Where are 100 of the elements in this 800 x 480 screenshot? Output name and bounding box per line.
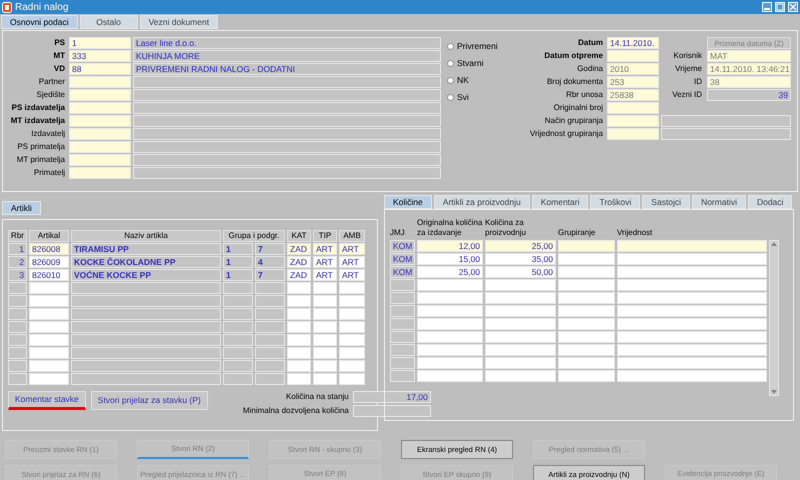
radio-button[interactable] [447,77,454,84]
input-field[interactable]: 12,00 [417,240,483,252]
input-field[interactable] [417,318,483,330]
input-field[interactable] [417,344,483,356]
input-field[interactable]: MAT [707,50,791,62]
input-field[interactable] [313,360,337,372]
radio-button[interactable] [447,60,454,67]
input-field[interactable]: 15,00 [417,253,483,265]
input-field[interactable]: 35,00 [485,253,556,265]
input-field[interactable] [287,334,311,346]
input-field[interactable] [617,305,767,317]
input-field[interactable]: 333 [69,50,131,62]
input-field[interactable] [617,357,767,369]
input-field[interactable]: 2010 [607,63,659,75]
tab[interactable]: Sastojci [642,195,690,209]
input-field[interactable] [558,331,615,343]
input-field[interactable] [558,344,615,356]
tab[interactable]: Ostalo [80,15,138,29]
input-field[interactable] [617,240,767,252]
maximize-icon[interactable] [775,2,785,12]
input-field[interactable] [69,102,131,114]
input-field[interactable]: ART [313,256,337,268]
tab[interactable]: Troškovi [590,195,640,209]
input-field[interactable] [617,318,767,330]
tab[interactable]: Artikli [2,201,41,215]
input-field[interactable] [607,128,659,140]
input-field[interactable] [558,266,615,278]
input-field[interactable] [558,370,615,382]
tab[interactable]: Količine [384,195,432,209]
input-field[interactable] [287,295,311,307]
close-icon[interactable] [788,2,798,12]
input-field[interactable] [69,154,131,166]
input-field[interactable] [287,308,311,320]
input-field[interactable] [69,128,131,140]
input-field[interactable] [417,370,483,382]
input-field[interactable] [417,279,483,291]
input-field[interactable] [339,308,365,320]
input-field[interactable] [617,266,767,278]
input-field[interactable] [558,253,615,265]
input-field[interactable] [485,331,556,343]
input-field[interactable] [69,141,131,153]
input-field[interactable]: ART [339,269,365,281]
input-field[interactable]: 826008 [29,243,69,255]
input-field[interactable] [287,347,311,359]
tab[interactable]: Dodaci [748,195,792,209]
scroll-up-icon[interactable] [771,242,777,246]
input-field[interactable]: ZAD [287,256,311,268]
input-field[interactable] [339,321,365,333]
input-field[interactable] [313,347,337,359]
tab[interactable]: Osnovni podaci [1,15,78,29]
input-field[interactable] [558,279,615,291]
input-field[interactable] [558,292,615,304]
input-field[interactable] [417,357,483,369]
input-field[interactable] [485,318,556,330]
input-field[interactable] [607,50,659,62]
input-field[interactable] [417,305,483,317]
input-field[interactable] [29,334,69,346]
input-field[interactable] [313,308,337,320]
input-field[interactable] [29,373,69,385]
input-field[interactable] [339,360,365,372]
input-field[interactable] [617,370,767,382]
input-field[interactable] [29,308,69,320]
input-field[interactable]: ART [339,256,365,268]
input-field[interactable] [617,331,767,343]
input-field[interactable] [417,331,483,343]
input-field[interactable] [313,295,337,307]
input-field[interactable] [607,115,659,127]
input-field[interactable] [558,240,615,252]
input-field[interactable] [485,357,556,369]
radio-button[interactable] [447,94,454,101]
input-field[interactable] [287,373,311,385]
input-field[interactable]: ART [339,243,365,255]
minimize-icon[interactable] [762,2,772,12]
input-field[interactable]: 826009 [29,256,69,268]
tab[interactable]: Normativi [692,195,746,209]
input-field[interactable] [485,344,556,356]
input-field[interactable] [313,334,337,346]
input-field[interactable]: 253 [607,76,659,88]
tab[interactable]: Artikli za proizvodnju [434,195,530,209]
input-field[interactable] [69,76,131,88]
input-field[interactable] [339,282,365,294]
input-field[interactable]: 25,00 [417,266,483,278]
input-field[interactable] [287,282,311,294]
tab[interactable]: Komentari [532,195,588,209]
input-field[interactable] [617,279,767,291]
input-field[interactable] [339,373,365,385]
input-field[interactable] [29,321,69,333]
input-field[interactable] [558,357,615,369]
input-field[interactable]: 25,00 [485,240,556,252]
input-field[interactable]: 38 [707,76,791,88]
input-field[interactable] [69,167,131,179]
input-field[interactable] [287,360,311,372]
input-field[interactable] [485,370,556,382]
input-field[interactable] [485,279,556,291]
input-field[interactable] [339,295,365,307]
input-field[interactable] [29,347,69,359]
input-field[interactable]: ART [313,243,337,255]
input-field[interactable]: 14.11.2010. 13:46:21 [707,63,791,75]
input-field[interactable] [313,321,337,333]
input-field[interactable] [617,253,767,265]
